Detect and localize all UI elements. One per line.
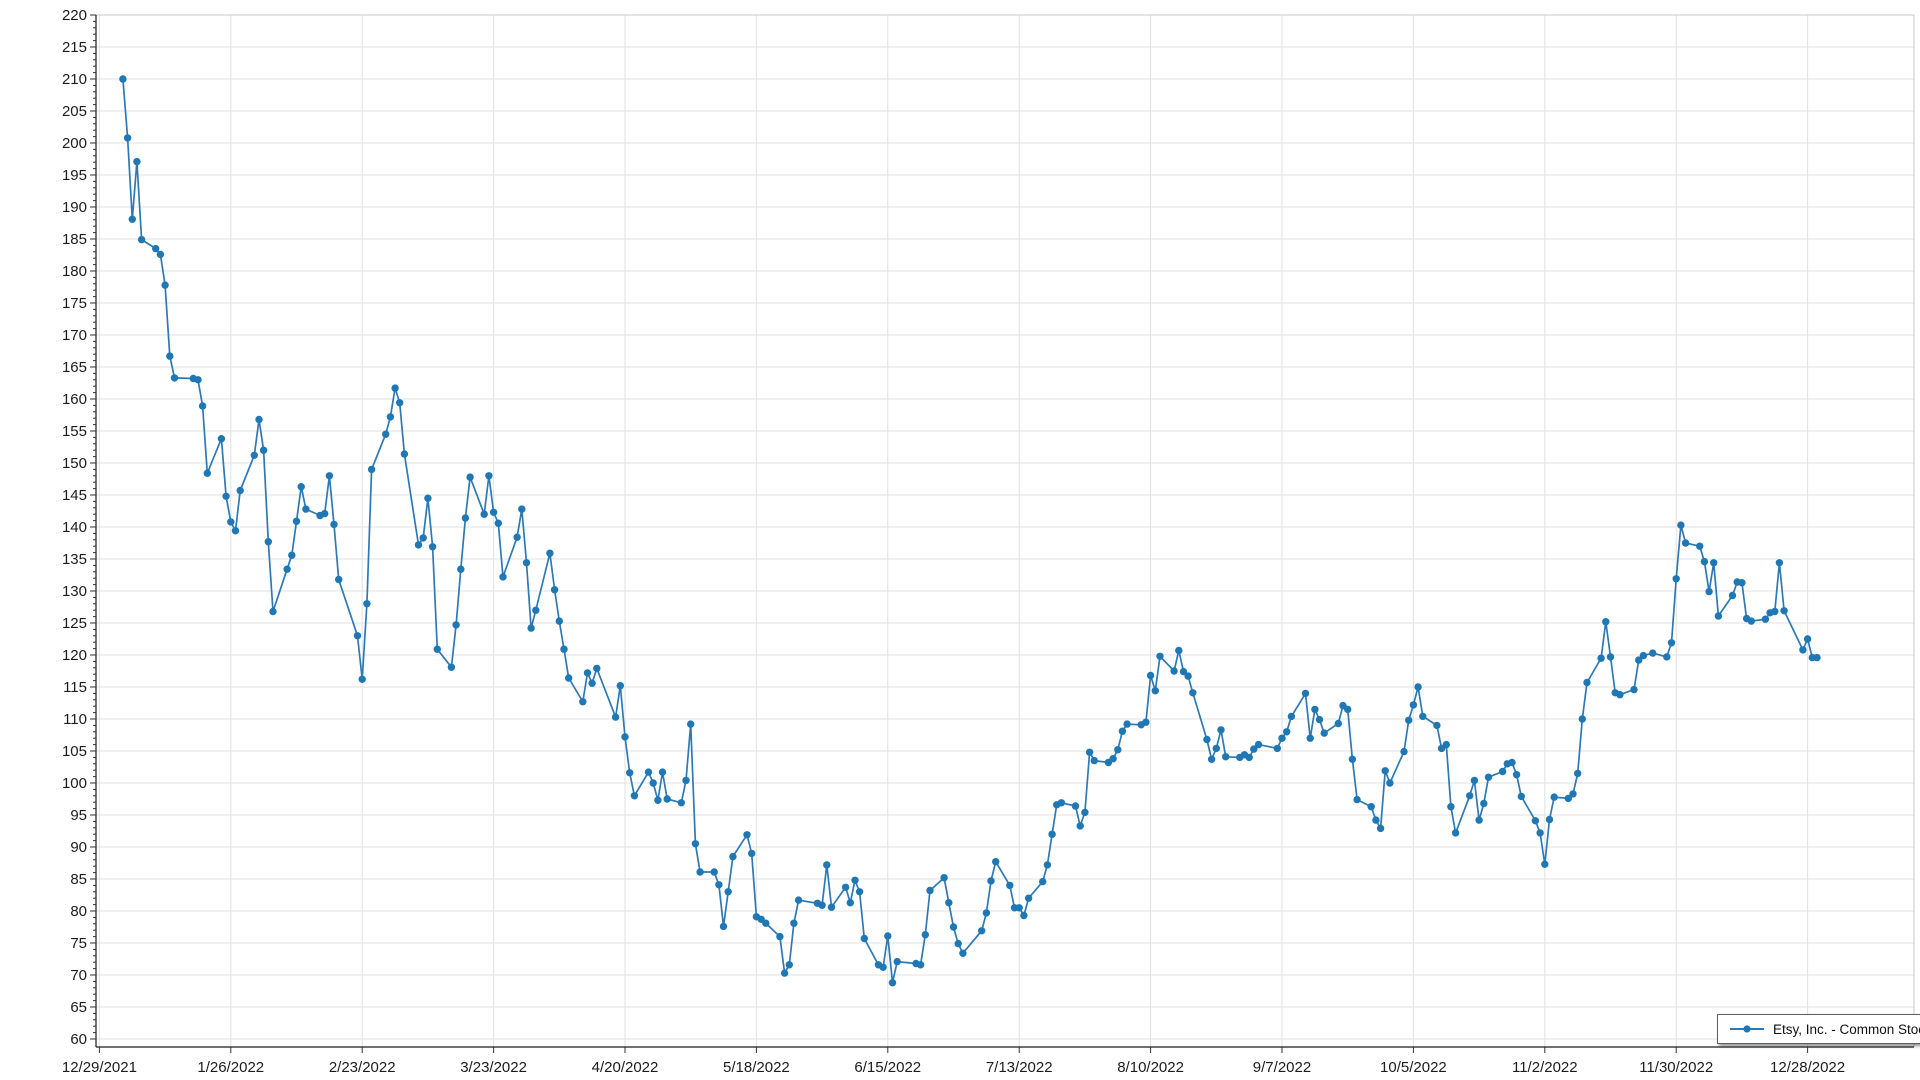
svg-text:60: 60 (70, 1031, 87, 1048)
svg-text:125: 125 (62, 615, 87, 632)
svg-text:210: 210 (62, 71, 87, 88)
svg-text:12/28/2022: 12/28/2022 (1770, 1059, 1845, 1076)
svg-text:4/20/2022: 4/20/2022 (592, 1059, 659, 1076)
svg-text:3/23/2022: 3/23/2022 (460, 1059, 527, 1076)
svg-text:2/23/2022: 2/23/2022 (329, 1059, 396, 1076)
svg-text:100: 100 (62, 775, 87, 792)
svg-text:9/7/2022: 9/7/2022 (1253, 1059, 1311, 1076)
svg-text:105: 105 (62, 743, 87, 760)
svg-text:175: 175 (62, 295, 87, 312)
svg-text:170: 170 (62, 327, 87, 344)
svg-text:215: 215 (62, 39, 87, 56)
legend-line-marker-icon (1728, 1023, 1766, 1035)
svg-text:205: 205 (62, 103, 87, 120)
svg-text:220: 220 (62, 7, 87, 24)
svg-text:160: 160 (62, 391, 87, 408)
svg-text:135: 135 (62, 551, 87, 568)
svg-text:145: 145 (62, 487, 87, 504)
svg-text:7/13/2022: 7/13/2022 (986, 1059, 1053, 1076)
svg-text:185: 185 (62, 231, 87, 248)
svg-text:165: 165 (62, 359, 87, 376)
legend-series-label: Etsy, Inc. - Common Stock (1773, 1022, 1920, 1037)
svg-text:8/10/2022: 8/10/2022 (1117, 1059, 1184, 1076)
x-axis: 12/29/2021 1/26/2022 2/23/2022 3/23/2022 4/2… (62, 1047, 1845, 1076)
svg-text:6/15/2022: 6/15/2022 (854, 1059, 921, 1076)
svg-text:65: 65 (70, 999, 87, 1016)
series-etsy-common-stock (119, 75, 1821, 986)
svg-text:95: 95 (70, 807, 87, 824)
svg-text:5/18/2022: 5/18/2022 (723, 1059, 790, 1076)
legend[interactable]: Etsy, Inc. - Common Stock (1717, 1014, 1920, 1044)
svg-text:195: 195 (62, 167, 87, 184)
svg-text:120: 120 (62, 647, 87, 664)
svg-text:110: 110 (63, 711, 87, 728)
svg-text:12/29/2021: 12/29/2021 (62, 1059, 137, 1076)
svg-text:80: 80 (70, 903, 87, 920)
svg-text:10/5/2022: 10/5/2022 (1380, 1059, 1447, 1076)
svg-text:150: 150 (62, 455, 87, 472)
svg-text:115: 115 (63, 679, 87, 696)
svg-text:180: 180 (62, 263, 87, 280)
svg-text:11/2/2022: 11/2/2022 (1512, 1059, 1578, 1076)
svg-text:130: 130 (62, 583, 87, 600)
svg-text:11/30/2022: 11/30/2022 (1639, 1059, 1713, 1076)
svg-text:155: 155 (62, 423, 87, 440)
svg-text:140: 140 (62, 519, 87, 536)
svg-text:200: 200 (62, 135, 87, 152)
svg-text:1/26/2022: 1/26/2022 (197, 1059, 264, 1076)
chart-canvas: 220 215 210 205 200 195 190 185 180 175 170 165 160 1… (0, 0, 1920, 1080)
y-axis: 220 215 210 205 200 195 190 185 180 175 170 165 160 1… (62, 7, 96, 1048)
svg-text:85: 85 (70, 871, 87, 888)
svg-text:75: 75 (70, 935, 87, 952)
svg-text:90: 90 (70, 839, 87, 856)
svg-text:190: 190 (62, 199, 87, 216)
stock-price-chart: 220 215 210 205 200 195 190 185 180 175 170 165 160 1… (0, 0, 1920, 1080)
svg-text:70: 70 (70, 967, 87, 984)
